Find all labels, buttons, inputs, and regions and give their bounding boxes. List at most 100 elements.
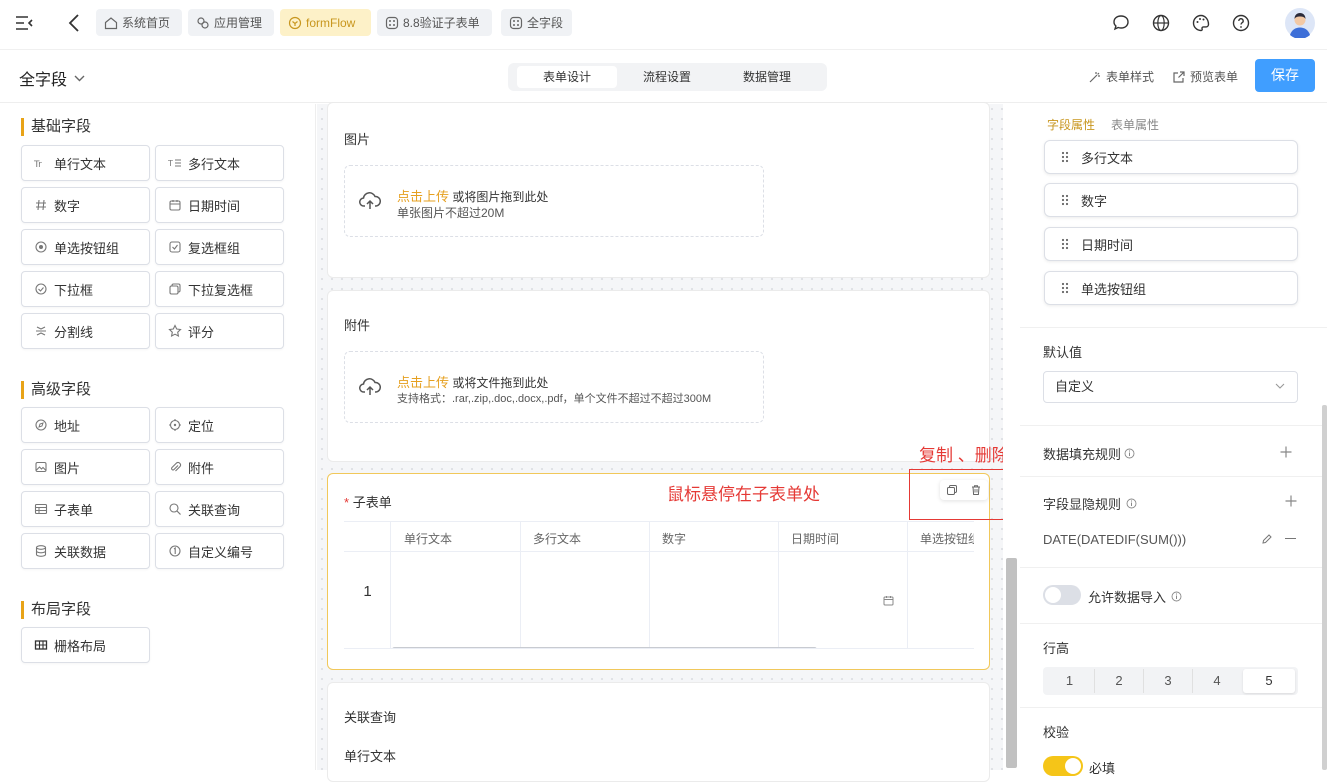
app-icon bbox=[196, 16, 210, 30]
grid-icon bbox=[509, 16, 523, 30]
field-label: 数字 bbox=[54, 198, 81, 214]
field-label: 复选框组 bbox=[188, 240, 241, 256]
field-relation-query[interactable]: 关联查询 bbox=[155, 491, 284, 527]
hash-icon bbox=[34, 198, 48, 212]
back-icon[interactable] bbox=[68, 14, 80, 32]
property-scrollbar[interactable] bbox=[1322, 405, 1327, 770]
tab-formflow[interactable]: formFlow bbox=[280, 9, 371, 36]
tab-label: formFlow bbox=[306, 15, 356, 30]
column-item[interactable]: 多行文本 bbox=[1044, 140, 1298, 174]
tab-flow-settings[interactable]: 流程设置 bbox=[617, 66, 717, 88]
tab-form-properties[interactable]: 表单属性 bbox=[1111, 116, 1159, 133]
toggle-knob bbox=[1045, 587, 1061, 603]
validation-label: 校验 bbox=[1043, 725, 1070, 740]
message-icon[interactable] bbox=[1111, 13, 1131, 33]
field-subform[interactable]: 子表单 bbox=[21, 491, 150, 527]
field-image[interactable]: 图片 bbox=[21, 449, 150, 485]
upload-link[interactable]: 点击上传 bbox=[397, 189, 449, 204]
tab-field-properties[interactable]: 字段属性 bbox=[1047, 116, 1095, 133]
upload-link[interactable]: 点击上传 bbox=[397, 375, 449, 390]
form-style-button[interactable]: 表单样式 bbox=[1088, 68, 1154, 85]
drag-handle-icon[interactable] bbox=[1061, 151, 1069, 163]
save-button[interactable]: 保存 bbox=[1255, 59, 1315, 92]
required-toggle[interactable] bbox=[1043, 756, 1083, 776]
table-column: 单选按钮组 bbox=[908, 521, 974, 648]
drag-handle-icon[interactable] bbox=[1061, 238, 1069, 250]
chevron-down-icon bbox=[1275, 383, 1285, 389]
tab-all-fields[interactable]: 全字段 bbox=[501, 9, 572, 36]
field-custom-number[interactable]: 自定义编号 bbox=[155, 533, 284, 569]
field-number[interactable]: 数字 bbox=[21, 187, 150, 223]
field-card-relation-query[interactable]: 关联查询 单行文本 bbox=[327, 682, 990, 782]
field-select[interactable]: 下拉框 bbox=[21, 271, 150, 307]
field-label: 附件 bbox=[188, 460, 215, 476]
field-label: 下拉框 bbox=[54, 282, 94, 298]
allow-import-toggle[interactable] bbox=[1043, 585, 1081, 605]
field-location[interactable]: 定位 bbox=[155, 407, 284, 443]
toggle-knob bbox=[1065, 758, 1081, 774]
help-icon[interactable] bbox=[1231, 13, 1251, 33]
menu-fold-icon[interactable] bbox=[15, 15, 33, 31]
globe-icon[interactable] bbox=[1151, 13, 1171, 33]
add-visibility-rule-icon[interactable] bbox=[1284, 494, 1298, 508]
field-rating[interactable]: 评分 bbox=[155, 313, 284, 349]
row-height-option[interactable]: 2 bbox=[1094, 669, 1143, 693]
field-label: 关联数据 bbox=[54, 544, 107, 560]
svg-text:Tr: Tr bbox=[34, 160, 42, 170]
row-height-option[interactable]: 1 bbox=[1045, 669, 1094, 693]
row-height-option[interactable]: 4 bbox=[1192, 669, 1241, 693]
fill-rule-label: 数据填充规则 bbox=[1043, 447, 1122, 462]
table-column: 多行文本 bbox=[521, 521, 650, 648]
field-checkbox-group[interactable]: 复选框组 bbox=[155, 229, 284, 265]
drag-handle-icon[interactable] bbox=[1061, 194, 1069, 206]
horizontal-scrollbar[interactable] bbox=[392, 647, 817, 648]
copy-icon bbox=[168, 282, 182, 296]
preview-form-button[interactable]: 预览表单 bbox=[1172, 68, 1238, 85]
field-card-attachment[interactable]: 附件 点击上传 或将文件拖到此处 支持格式：.rar,.zip,.doc,.do… bbox=[327, 290, 990, 462]
field-radio-group[interactable]: 单选按钮组 bbox=[21, 229, 150, 265]
image-upload-dropzone[interactable]: 点击上传 或将图片拖到此处 单张图片不超过20M bbox=[344, 165, 764, 237]
field-multi-select[interactable]: 下拉复选框 bbox=[155, 271, 284, 307]
info-icon[interactable] bbox=[1126, 498, 1137, 509]
remove-rule-icon[interactable] bbox=[1285, 538, 1296, 540]
field-address[interactable]: 地址 bbox=[21, 407, 150, 443]
field-datetime[interactable]: 日期时间 bbox=[155, 187, 284, 223]
row-height-option-selected[interactable]: 5 bbox=[1243, 669, 1295, 693]
row-height-option[interactable]: 3 bbox=[1143, 669, 1192, 693]
info-icon[interactable] bbox=[1124, 448, 1135, 459]
avatar[interactable] bbox=[1285, 8, 1315, 38]
tab-form-design[interactable]: 表单设计 bbox=[517, 66, 617, 88]
default-value-select[interactable]: 自定义 bbox=[1043, 371, 1298, 403]
required-label: 必填 bbox=[1089, 761, 1116, 776]
tab-app-manage[interactable]: 应用管理 bbox=[188, 9, 274, 36]
tab-data-manage[interactable]: 数据管理 bbox=[717, 66, 817, 88]
file-upload-dropzone[interactable]: 点击上传 或将文件拖到此处 支持格式：.rar,.zip,.doc,.docx,… bbox=[344, 351, 764, 423]
column-item[interactable]: 日期时间 bbox=[1044, 227, 1298, 261]
field-card-image[interactable]: 图片 点击上传 或将图片拖到此处 单张图片不超过20M bbox=[327, 102, 990, 278]
divider bbox=[1020, 425, 1327, 426]
row-height-selector: 1 2 3 4 5 bbox=[1043, 667, 1298, 695]
column-item-label: 日期时间 bbox=[1081, 237, 1134, 253]
info-icon[interactable] bbox=[1171, 591, 1182, 602]
edit-icon[interactable] bbox=[1261, 533, 1273, 545]
column-item[interactable]: 数字 bbox=[1044, 183, 1298, 217]
field-card-subform[interactable]: * 子表单 1 单行文本 多行文本 数字 日期时间 单选按钮组 bbox=[327, 473, 990, 670]
field-divider[interactable]: 分割线 bbox=[21, 313, 150, 349]
tab-home[interactable]: 系统首页 bbox=[96, 9, 182, 36]
form-name-dropdown[interactable]: 全字段 bbox=[19, 66, 85, 90]
column-header: 单行文本 bbox=[404, 532, 453, 546]
add-fill-rule-icon[interactable] bbox=[1279, 445, 1293, 459]
field-relation-data[interactable]: 关联数据 bbox=[21, 533, 150, 569]
canvas-scrollbar-thumb[interactable] bbox=[1006, 558, 1017, 768]
drag-handle-icon[interactable] bbox=[1061, 282, 1069, 294]
column-item[interactable]: 单选按钮组 bbox=[1044, 271, 1298, 305]
tab-subform-verify[interactable]: 8.8验证子表单 bbox=[377, 9, 492, 36]
calendar-icon[interactable] bbox=[883, 595, 894, 606]
field-single-line-text[interactable]: Tr 单行文本 bbox=[21, 145, 150, 181]
field-grid-layout[interactable]: 栅格布局 bbox=[21, 627, 150, 663]
field-attachment[interactable]: 附件 bbox=[155, 449, 284, 485]
field-multi-line-text[interactable]: T 多行文本 bbox=[155, 145, 284, 181]
palette-icon[interactable] bbox=[1191, 13, 1211, 33]
select-icon bbox=[34, 282, 48, 296]
tab-label: 系统首页 bbox=[122, 16, 171, 30]
